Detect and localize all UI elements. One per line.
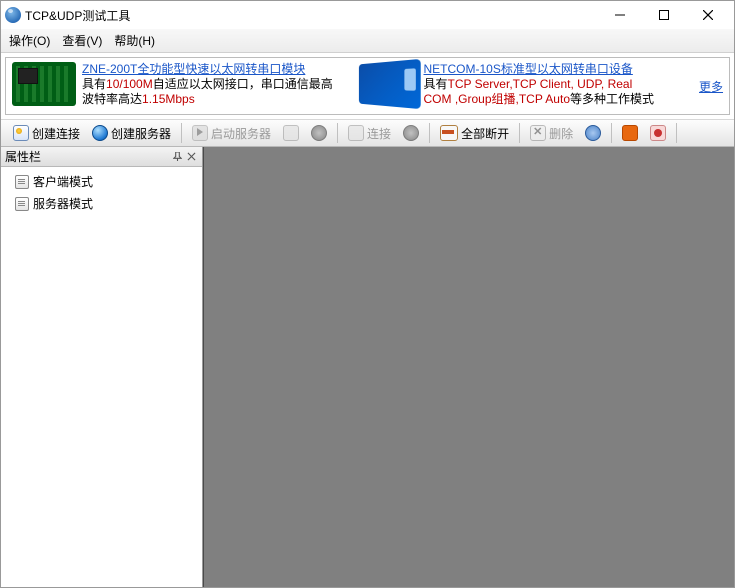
content-area [203, 147, 734, 587]
tree-item-server-mode[interactable]: 服务器模式 [1, 193, 202, 215]
link-icon [348, 125, 364, 141]
pin-button[interactable] [170, 150, 184, 164]
create-server-button[interactable]: 创建服务器 [88, 123, 175, 144]
property-tree: 客户端模式 服务器模式 [1, 167, 202, 219]
panel-close-button[interactable] [184, 150, 198, 164]
promo-left: ZNE-200T全功能型快速以太网转串口模块 具有10/100M自适应以太网接口… [12, 62, 346, 107]
board-image-icon [12, 62, 76, 106]
plug-icon [283, 125, 299, 141]
create-connection-button[interactable]: 创建连接 [9, 123, 84, 144]
app-icon [5, 7, 21, 23]
unplug-icon [440, 125, 458, 141]
main-area: 属性栏 客户端模式 服务器模式 [1, 147, 734, 587]
plug-button[interactable] [279, 123, 303, 143]
create-server-label: 创建服务器 [111, 125, 171, 142]
delete-icon [530, 125, 546, 141]
toolbar-divider [181, 123, 182, 143]
toolbar: 创建连接 创建服务器 启动服务器 连接 全部断开 删除 [1, 119, 734, 147]
stop-icon [311, 125, 327, 141]
maximize-button[interactable] [642, 1, 686, 29]
promo-right-link[interactable]: NETCOM-10S标准型以太网转串口设备 [424, 62, 633, 76]
toolbar-divider [429, 123, 430, 143]
tree-item-client-mode[interactable]: 客户端模式 [1, 171, 202, 193]
menu-bar: 操作(O) 查看(V) 帮助(H) [1, 29, 734, 53]
document-icon [13, 125, 29, 141]
toolbar-divider [337, 123, 338, 143]
connect-button[interactable]: 连接 [344, 123, 395, 144]
tree-item-label: 客户端模式 [33, 173, 93, 191]
sidebar-title: 属性栏 [5, 148, 170, 165]
toolbar-divider [611, 123, 612, 143]
disconnect-all-button[interactable]: 全部断开 [436, 123, 513, 144]
computer-icon [15, 175, 29, 189]
play-icon [192, 125, 208, 141]
orange-square-icon [622, 125, 638, 141]
disconnect-button[interactable] [399, 123, 423, 143]
minimize-button[interactable] [598, 1, 642, 29]
menu-help[interactable]: 帮助(H) [114, 32, 155, 49]
bug-icon [650, 125, 666, 141]
promo-left-link[interactable]: ZNE-200T全功能型快速以太网转串口模块 [82, 62, 305, 76]
title-bar: TCP&UDP测试工具 [1, 1, 734, 29]
toolbar-divider [519, 123, 520, 143]
menu-view[interactable]: 查看(V) [62, 32, 102, 49]
delete-label: 删除 [549, 125, 573, 142]
disconnect-icon [403, 125, 419, 141]
device-image-icon [358, 59, 420, 109]
create-connection-label: 创建连接 [32, 125, 80, 142]
promo-left-text: ZNE-200T全功能型快速以太网转串口模块 具有10/100M自适应以太网接口… [82, 62, 333, 107]
close-button[interactable] [686, 1, 730, 29]
promo-right-text: NETCOM-10S标准型以太网转串口设备 具有TCP Server,TCP C… [424, 62, 655, 107]
menu-operate[interactable]: 操作(O) [9, 32, 50, 49]
tree-item-label: 服务器模式 [33, 195, 93, 213]
sidebar: 属性栏 客户端模式 服务器模式 [1, 147, 203, 587]
delete-button[interactable]: 删除 [526, 123, 577, 144]
gear-icon [585, 125, 601, 141]
connect-label: 连接 [367, 125, 391, 142]
bug-button[interactable] [646, 123, 670, 143]
promo-right: NETCOM-10S标准型以太网转串口设备 具有TCP Server,TCP C… [354, 62, 688, 107]
disconnect-all-label: 全部断开 [461, 125, 509, 142]
start-server-button[interactable]: 启动服务器 [188, 123, 275, 144]
window-title: TCP&UDP测试工具 [25, 7, 598, 24]
sidebar-header: 属性栏 [1, 147, 202, 167]
orange-button[interactable] [618, 123, 642, 143]
globe-icon [92, 125, 108, 141]
settings-button[interactable] [581, 123, 605, 143]
promo-banner: ZNE-200T全功能型快速以太网转串口模块 具有10/100M自适应以太网接口… [5, 57, 730, 115]
more-link[interactable]: 更多 [695, 78, 723, 95]
toolbar-divider [676, 123, 677, 143]
computer-icon [15, 197, 29, 211]
stop-button[interactable] [307, 123, 331, 143]
start-server-label: 启动服务器 [211, 125, 271, 142]
